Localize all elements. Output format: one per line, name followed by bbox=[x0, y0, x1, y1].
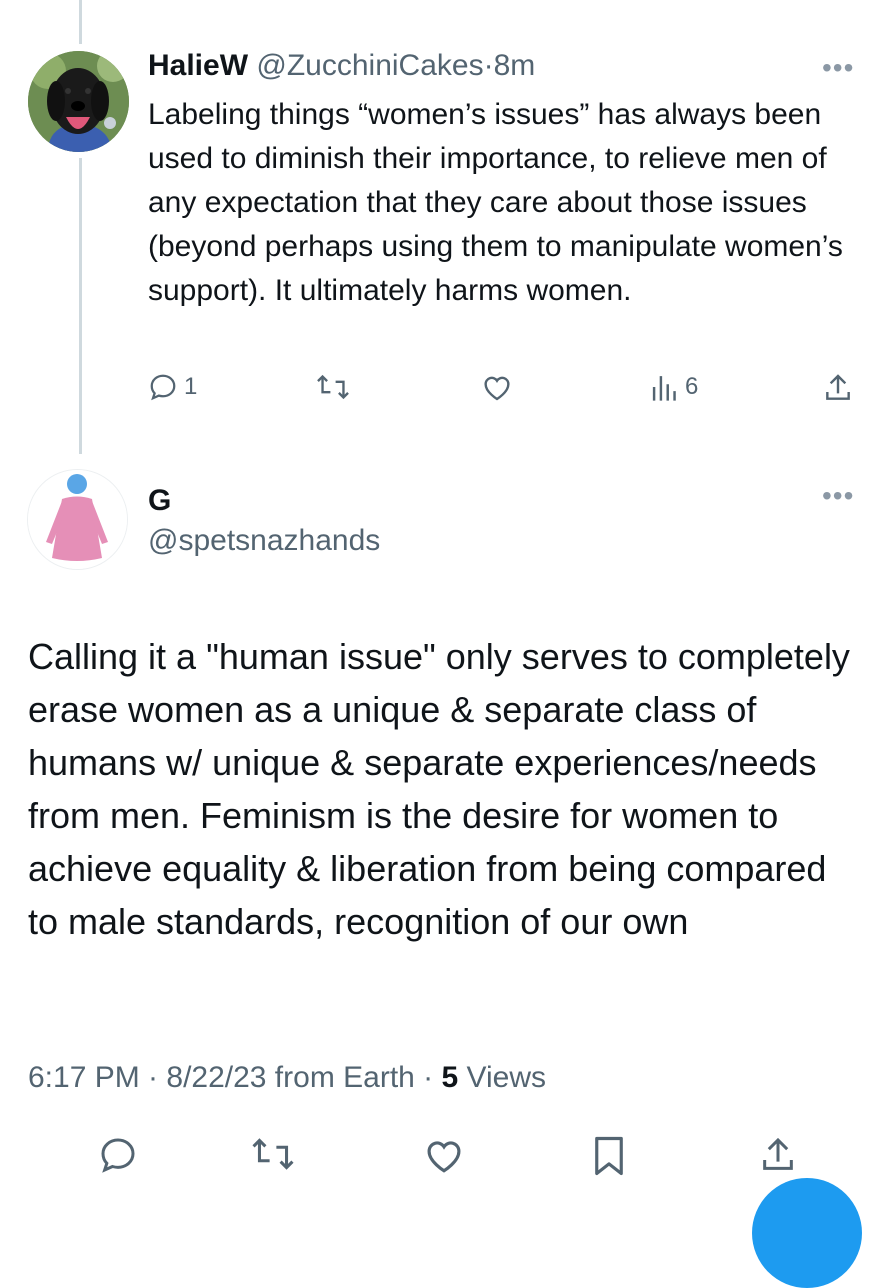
compose-button[interactable] bbox=[752, 1178, 862, 1288]
share-icon bbox=[826, 374, 850, 400]
separator: · bbox=[483, 49, 494, 82]
tweet-text: Calling it a "human issue" only serves t… bbox=[28, 636, 850, 942]
bookmark-icon bbox=[595, 1136, 623, 1176]
avatar[interactable] bbox=[28, 51, 129, 152]
more-icon[interactable]: ••• bbox=[822, 480, 854, 512]
person-avatar-icon bbox=[28, 470, 127, 569]
like-button[interactable] bbox=[423, 1135, 465, 1175]
thread-line-top bbox=[79, 0, 82, 44]
display-name[interactable]: G bbox=[148, 483, 171, 519]
handle[interactable]: @spetsnazhands bbox=[148, 523, 380, 559]
share-icon bbox=[763, 1137, 793, 1170]
avatar[interactable] bbox=[27, 469, 128, 570]
timestamp[interactable]: 6:17 PM · 8/22/23 from Earth · bbox=[28, 1061, 442, 1094]
reply-icon bbox=[150, 374, 176, 401]
retweet-button[interactable] bbox=[316, 372, 350, 402]
views-label: Views bbox=[458, 1061, 547, 1094]
tweet1-actions: 1 6 bbox=[0, 372, 892, 412]
more-icon[interactable]: ••• bbox=[822, 52, 854, 84]
reply-button[interactable] bbox=[98, 1135, 138, 1175]
tweet2-actions bbox=[0, 1135, 892, 1179]
like-icon bbox=[427, 1141, 461, 1173]
timestamp[interactable]: 8m bbox=[494, 49, 536, 82]
share-button[interactable] bbox=[822, 372, 854, 404]
views-button[interactable]: 6 bbox=[651, 372, 698, 402]
display-name[interactable]: HalieW bbox=[148, 49, 248, 82]
bookmark-button[interactable] bbox=[592, 1135, 626, 1177]
retweet-icon bbox=[317, 374, 349, 400]
reply-count: 1 bbox=[184, 373, 198, 400]
share-button[interactable] bbox=[758, 1135, 798, 1175]
views-icon bbox=[652, 376, 676, 401]
dog-avatar-icon bbox=[28, 51, 129, 152]
like-button[interactable] bbox=[481, 372, 513, 402]
views-count: 6 bbox=[685, 373, 699, 400]
tweet-meta: 6:17 PM · 8/22/23 from Earth · 5 Views bbox=[28, 1058, 546, 1098]
reply-button[interactable]: 1 bbox=[148, 372, 197, 402]
retweet-button[interactable] bbox=[251, 1135, 295, 1173]
reply-icon bbox=[101, 1138, 135, 1173]
tweet-text: Labeling things “women’s issues” has alw… bbox=[148, 98, 843, 307]
handle[interactable]: @ZucchiniCakes bbox=[256, 49, 483, 82]
like-icon bbox=[484, 376, 510, 401]
retweet-icon bbox=[252, 1138, 294, 1170]
views-number: 5 bbox=[441, 1061, 459, 1094]
tweet1-header: HalieW @ZucchiniCakes·8m bbox=[148, 46, 535, 86]
